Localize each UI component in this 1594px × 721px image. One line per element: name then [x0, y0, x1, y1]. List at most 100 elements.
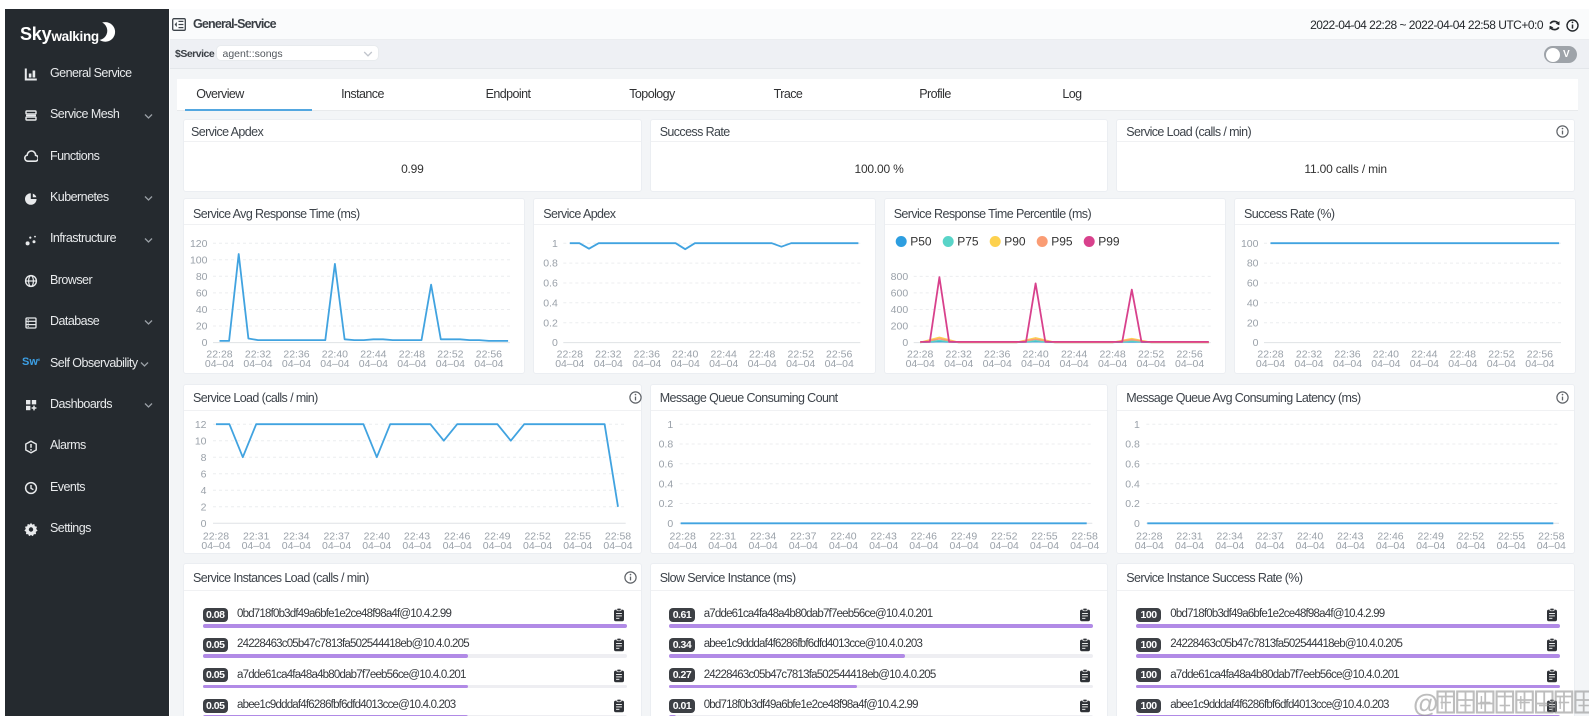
svg-text:04–04: 04–04	[983, 358, 1012, 370]
svg-text:04–04: 04–04	[1371, 358, 1400, 370]
svg-text:P50: P50	[910, 235, 932, 249]
svg-text:04–04: 04–04	[1070, 540, 1099, 552]
svg-text:04–04: 04–04	[523, 540, 552, 552]
svg-text:04–04: 04–04	[322, 540, 351, 552]
svg-text:04–04: 04–04	[603, 540, 632, 552]
svg-text:04–04: 04–04	[1448, 358, 1477, 370]
svg-text:04–04: 04–04	[402, 540, 431, 552]
svg-text:40: 40	[1247, 297, 1259, 309]
svg-text:04–04: 04–04	[201, 540, 230, 552]
svg-text:20: 20	[1247, 317, 1259, 329]
svg-text:40: 40	[196, 304, 208, 316]
svg-text:04–04: 04–04	[1376, 540, 1405, 552]
svg-text:0.6: 0.6	[1125, 458, 1140, 470]
svg-text:0.2: 0.2	[543, 317, 558, 329]
svg-text:04–04: 04–04	[243, 358, 272, 370]
svg-text:2: 2	[201, 501, 207, 513]
svg-text:200: 200	[891, 321, 909, 333]
svg-text:04–04: 04–04	[594, 358, 623, 370]
svg-text:04–04: 04–04	[786, 358, 815, 370]
svg-text:04–04: 04–04	[1255, 540, 1284, 552]
svg-text:04–04: 04–04	[748, 540, 777, 552]
svg-text:0.2: 0.2	[659, 498, 674, 510]
svg-text:04–04: 04–04	[1135, 540, 1164, 552]
svg-text:04–04: 04–04	[748, 358, 777, 370]
svg-text:0.8: 0.8	[543, 258, 558, 270]
svg-text:04–04: 04–04	[443, 540, 472, 552]
svg-text:04–04: 04–04	[909, 540, 938, 552]
svg-text:04–04: 04–04	[869, 540, 898, 552]
svg-text:04–04: 04–04	[829, 540, 858, 552]
svg-text:04–04: 04–04	[1059, 358, 1088, 370]
svg-text:0: 0	[201, 518, 207, 530]
svg-text:0.6: 0.6	[543, 278, 558, 290]
svg-text:800: 800	[891, 271, 909, 283]
svg-text:04–04: 04–04	[825, 358, 854, 370]
svg-text:100: 100	[1241, 238, 1259, 250]
svg-text:04–04: 04–04	[671, 358, 700, 370]
svg-text:1: 1	[552, 238, 558, 250]
svg-text:04–04: 04–04	[990, 540, 1019, 552]
svg-text:04–04: 04–04	[1487, 358, 1516, 370]
svg-text:04–04: 04–04	[1525, 358, 1554, 370]
svg-text:04–04: 04–04	[555, 358, 584, 370]
svg-text:1: 1	[1134, 419, 1140, 431]
svg-text:04–04: 04–04	[436, 358, 465, 370]
svg-text:04–04: 04–04	[362, 540, 391, 552]
svg-text:1: 1	[667, 419, 673, 431]
svg-text:04–04: 04–04	[1136, 358, 1165, 370]
svg-text:04–04: 04–04	[1294, 358, 1323, 370]
svg-text:04–04: 04–04	[709, 358, 738, 370]
svg-text:04–04: 04–04	[1215, 540, 1244, 552]
svg-text:0.8: 0.8	[1125, 439, 1140, 451]
svg-text:12: 12	[195, 419, 207, 431]
svg-text:04–04: 04–04	[1416, 540, 1445, 552]
svg-text:0: 0	[1134, 518, 1140, 530]
svg-text:04–04: 04–04	[668, 540, 697, 552]
svg-text:04–04: 04–04	[1175, 540, 1204, 552]
svg-text:04–04: 04–04	[708, 540, 737, 552]
svg-text:04–04: 04–04	[1021, 358, 1050, 370]
svg-text:04–04: 04–04	[474, 358, 503, 370]
svg-text:04–04: 04–04	[1175, 358, 1204, 370]
svg-text:10: 10	[195, 435, 207, 447]
svg-text:04–04: 04–04	[949, 540, 978, 552]
svg-text:600: 600	[891, 288, 909, 300]
svg-text:04–04: 04–04	[397, 358, 426, 370]
svg-text:P75: P75	[957, 235, 979, 249]
svg-text:04–04: 04–04	[1098, 358, 1127, 370]
svg-text:04–04: 04–04	[1030, 540, 1059, 552]
svg-text:0.8: 0.8	[659, 439, 674, 451]
svg-text:400: 400	[891, 304, 909, 316]
svg-text:04–04: 04–04	[1336, 540, 1365, 552]
svg-text:04–04: 04–04	[1456, 540, 1485, 552]
svg-text:04–04: 04–04	[320, 358, 349, 370]
svg-text:04–04: 04–04	[205, 358, 234, 370]
svg-text:80: 80	[1247, 258, 1259, 270]
svg-text:120: 120	[190, 238, 208, 250]
svg-text:0.4: 0.4	[543, 297, 558, 309]
svg-text:60: 60	[196, 288, 208, 300]
svg-text:04–04: 04–04	[242, 540, 271, 552]
svg-text:04–04: 04–04	[789, 540, 818, 552]
svg-text:04–04: 04–04	[1295, 540, 1324, 552]
svg-text:04–04: 04–04	[906, 358, 935, 370]
svg-text:20: 20	[196, 321, 208, 333]
svg-text:04–04: 04–04	[282, 540, 311, 552]
svg-text:60: 60	[1247, 278, 1259, 290]
svg-text:P99: P99	[1098, 235, 1120, 249]
svg-text:0.6: 0.6	[659, 458, 674, 470]
svg-text:6: 6	[201, 468, 207, 480]
svg-text:04–04: 04–04	[944, 358, 973, 370]
svg-text:P95: P95	[1051, 235, 1073, 249]
svg-text:04–04: 04–04	[483, 540, 512, 552]
svg-text:04–04: 04–04	[1333, 358, 1362, 370]
svg-text:0.4: 0.4	[1125, 478, 1140, 490]
svg-text:0.4: 0.4	[659, 478, 674, 490]
svg-text:P90: P90	[1004, 235, 1026, 249]
svg-text:@: @	[1413, 688, 1438, 718]
svg-text:100: 100	[190, 254, 208, 266]
svg-text:04–04: 04–04	[1410, 358, 1439, 370]
svg-text:04–04: 04–04	[563, 540, 592, 552]
svg-text:0: 0	[667, 518, 673, 530]
